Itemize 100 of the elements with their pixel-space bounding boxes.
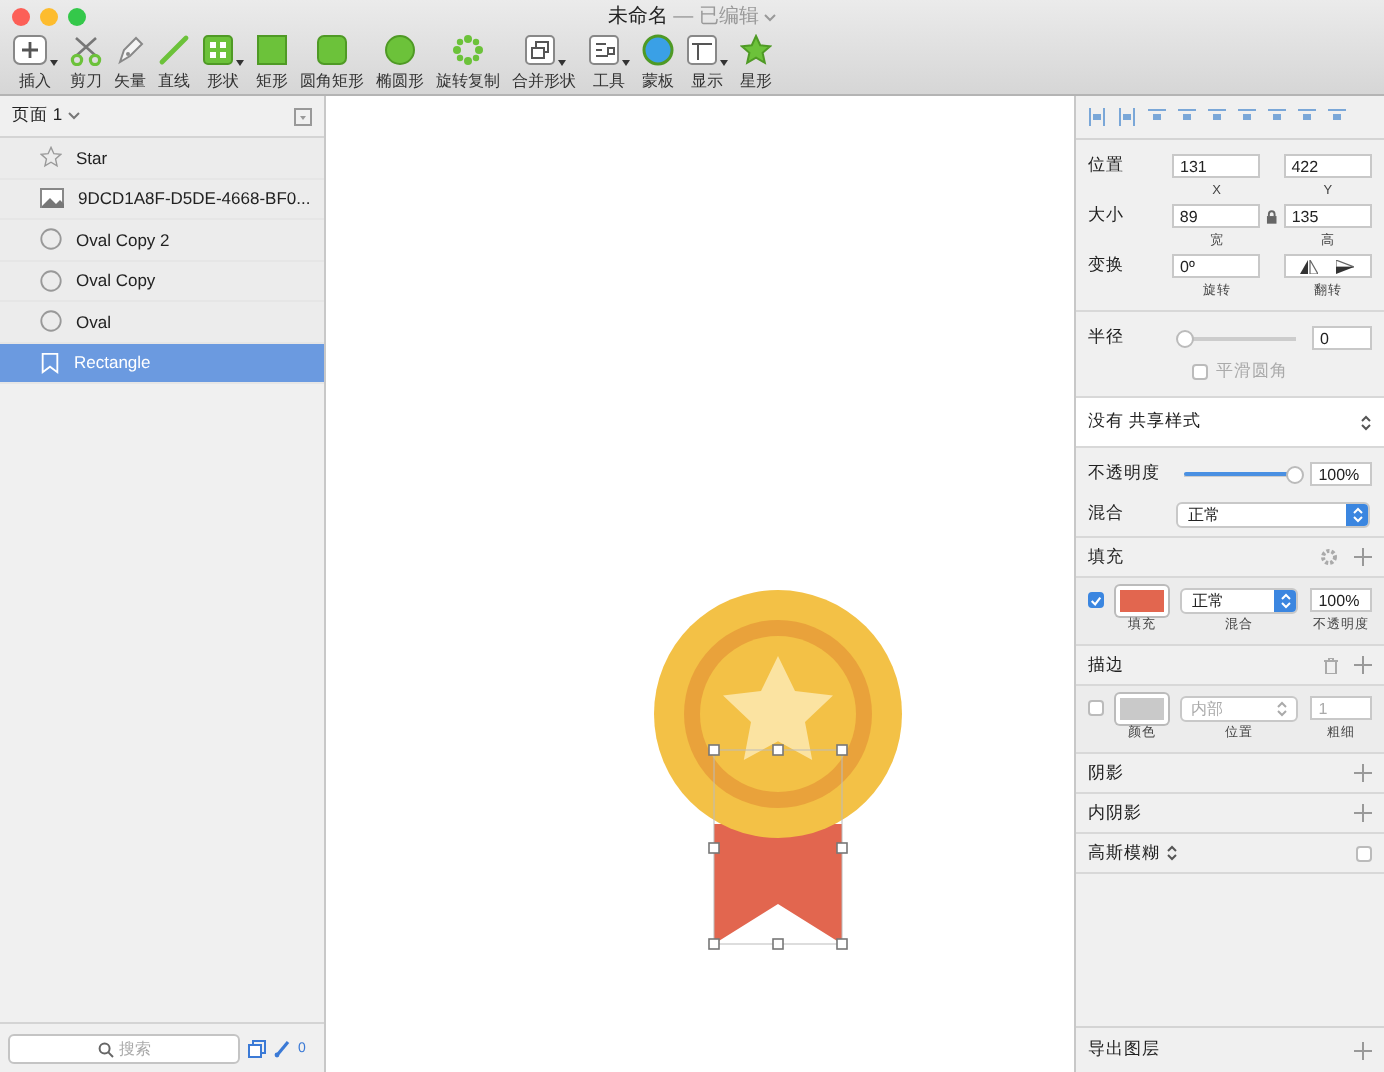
toolbar-button[interactable]: 星形 [734, 34, 778, 92]
copy-icon[interactable] [248, 1040, 266, 1058]
height-field[interactable]: 135 [1283, 204, 1372, 228]
align-icon[interactable] [1178, 108, 1196, 126]
image-icon [40, 188, 64, 209]
minimize-window-button[interactable] [40, 7, 58, 25]
circle-icon [40, 269, 62, 292]
search-icon [97, 1041, 113, 1057]
color-swatch[interactable] [1115, 693, 1168, 723]
brush-icon[interactable] [274, 1040, 290, 1058]
shared-style-dropdown[interactable]: 没有 共享样式 [1076, 398, 1384, 448]
add-icon[interactable] [1354, 656, 1372, 674]
layer-row[interactable]: Oval Copy [0, 261, 324, 302]
section-title: 描边 [1088, 653, 1124, 677]
blend-dropdown[interactable]: 正常 [1176, 501, 1370, 527]
checkbox[interactable] [1192, 364, 1208, 380]
align-icon[interactable] [1328, 108, 1346, 126]
align-icon[interactable] [1088, 108, 1106, 126]
blur-checkbox[interactable] [1356, 845, 1372, 861]
chevron-down-icon[interactable] [68, 112, 81, 120]
trash-icon[interactable] [1324, 657, 1338, 673]
pen-icon [114, 34, 146, 66]
toolbar-button[interactable]: 圆角矩形 [294, 34, 370, 92]
circle-icon [384, 34, 416, 66]
align-icon[interactable] [1208, 108, 1226, 126]
circle-icon [40, 310, 62, 333]
x-field[interactable]: 131 [1172, 154, 1261, 178]
toolbar-button[interactable]: 旋转复制 [430, 34, 506, 92]
toolbar-button[interactable]: 矢量 [108, 34, 152, 92]
rotation-field[interactable]: 0º [1172, 254, 1261, 278]
y-field[interactable]: 422 [1283, 154, 1372, 178]
toolbar-button[interactable]: 形状 [196, 34, 250, 92]
field-label: 大小 [1088, 204, 1126, 228]
align-icon[interactable] [1148, 108, 1166, 126]
align-icon[interactable] [1118, 108, 1136, 126]
toolbar-button[interactable]: 剪刀 [64, 34, 108, 92]
bookmark-icon [40, 351, 60, 374]
toolbar-button[interactable]: 椭圆形 [370, 34, 430, 92]
opacity-field[interactable]: 100% [1310, 588, 1372, 612]
flip-control[interactable] [1283, 254, 1372, 278]
page-selector[interactable]: 页面 1 [12, 104, 63, 128]
section-title: 导出图层 [1088, 1038, 1160, 1062]
lock-icon[interactable] [1266, 209, 1278, 223]
field-label: 位置 [1088, 154, 1126, 178]
field-label: 混合 [1088, 502, 1126, 526]
toolbar-button[interactable]: 直线 [152, 34, 196, 92]
opacity-field[interactable]: 100% [1310, 462, 1373, 486]
grid-shapes-icon [202, 34, 234, 66]
width-field[interactable]: 89 [1171, 204, 1261, 228]
section-title: 阴影 [1088, 761, 1124, 785]
layer-name: Rectangle [74, 352, 151, 373]
window-title: 未命名 [607, 6, 668, 28]
layer-name: 9DCD1A8F-D5DE-4668-BF0... [78, 188, 311, 209]
toolbar-button[interactable]: 矩形 [250, 34, 294, 92]
radius-field[interactable]: 0 [1312, 326, 1372, 350]
add-icon[interactable] [1354, 548, 1372, 566]
blur-type-selector[interactable]: 高斯模糊 [1088, 841, 1160, 865]
checkbox-label: 平滑圆角 [1216, 360, 1288, 384]
rounded-square-icon [316, 34, 348, 66]
toolbar-button[interactable]: 插入 [6, 34, 64, 92]
fill-checkbox[interactable] [1088, 592, 1104, 608]
layer-row[interactable]: Star [0, 138, 324, 179]
circle-icon [642, 34, 674, 66]
flip-horizontal-icon[interactable] [1300, 259, 1319, 273]
flip-vertical-icon[interactable] [1336, 259, 1355, 273]
up-down-icon [1276, 699, 1289, 717]
stepper-icon [1274, 589, 1297, 611]
up-down-icon [1360, 413, 1372, 431]
align-icon[interactable] [1268, 108, 1286, 126]
blend-dropdown[interactable]: 正常 [1179, 587, 1299, 613]
layer-name: Oval Copy 2 [76, 229, 170, 250]
toolbar-button[interactable]: 蒙板 [636, 34, 680, 92]
chevron-down-icon[interactable] [764, 14, 777, 22]
gear-icon[interactable] [1320, 548, 1338, 566]
align-icon[interactable] [1238, 108, 1256, 126]
field-label: 变换 [1088, 254, 1126, 278]
star-icon [740, 34, 772, 66]
collapse-icon[interactable] [294, 107, 312, 125]
plus-icon [12, 34, 48, 66]
toolbar-button[interactable]: 显示 [680, 34, 734, 92]
maximize-window-button[interactable] [68, 7, 86, 25]
add-icon[interactable] [1354, 1041, 1372, 1059]
layer-row[interactable]: 9DCD1A8F-D5DE-4668-BF0... [0, 179, 324, 220]
field-label: 半径 [1088, 326, 1126, 350]
add-icon[interactable] [1354, 764, 1372, 782]
toolbar-button[interactable]: 合并形状 [506, 34, 582, 92]
layer-row[interactable]: Oval [0, 302, 324, 343]
color-swatch[interactable] [1116, 585, 1168, 615]
border-checkbox[interactable] [1088, 700, 1104, 716]
stepper-icon [1346, 503, 1368, 525]
overlapping-squares-icon [523, 34, 555, 66]
align-icon[interactable] [1298, 108, 1316, 126]
add-icon[interactable] [1354, 804, 1372, 822]
close-window-button[interactable] [12, 7, 30, 25]
square-icon [256, 34, 288, 66]
selection-handles[interactable] [708, 744, 848, 950]
field-label: 不透明度 [1088, 462, 1162, 486]
layer-row[interactable]: Oval Copy 2 [0, 220, 324, 261]
circle-icon [40, 228, 62, 251]
toolbar-button[interactable]: 工具 [582, 34, 636, 92]
